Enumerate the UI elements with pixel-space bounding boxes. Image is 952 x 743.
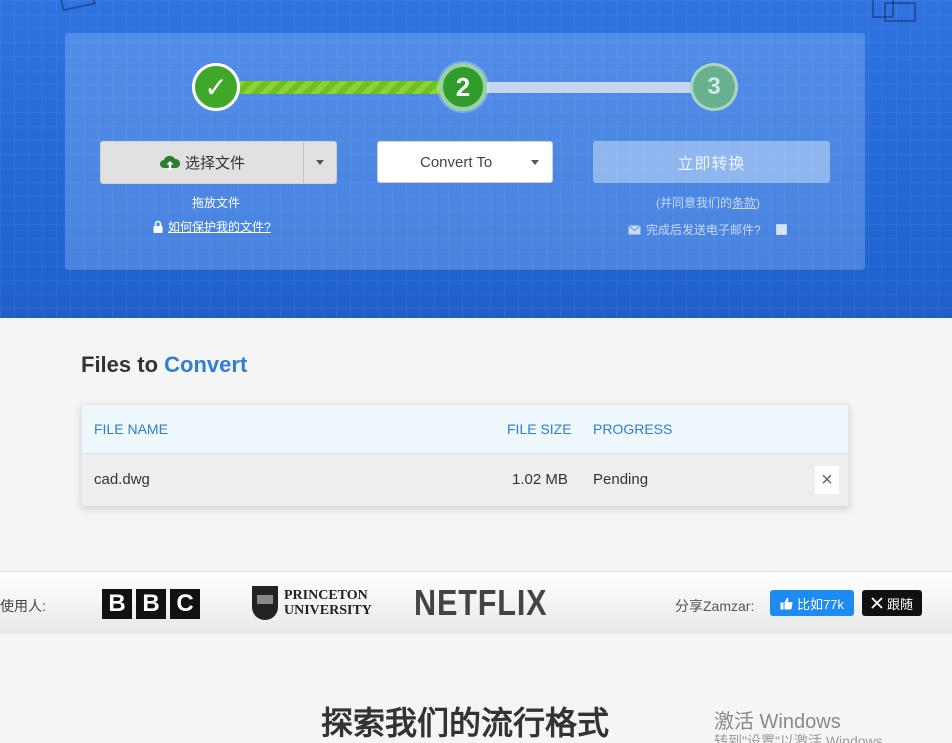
choose-files-label: 选择文件: [184, 155, 245, 172]
files-title-highlight: Convert: [164, 352, 248, 377]
x-follow-button[interactable]: 跟随: [862, 590, 922, 616]
file-size-cell: 1.02 MB: [512, 471, 568, 488]
thumbs-up-icon: [780, 597, 793, 610]
convert-now-button[interactable]: 立即转换: [593, 141, 830, 183]
column-header-file-size: FILE SIZE: [507, 421, 572, 437]
activate-windows-watermark: 激活 Windows: [714, 711, 841, 733]
x-follow-label: 跟随: [886, 596, 913, 612]
step-1-check-icon: ✓: [192, 63, 240, 111]
x-logo-icon: [871, 597, 883, 609]
file-name-cell: cad.dwg: [94, 471, 150, 488]
facebook-like-button[interactable]: 比如77k: [770, 590, 854, 616]
envelope-icon: [628, 224, 641, 234]
lock-icon: [153, 220, 163, 233]
email-row: 完成后发送电子邮件?: [628, 221, 787, 238]
email-label: 完成后发送电子邮件?: [646, 223, 761, 237]
table-row: cad.dwg 1.02 MB Pending ×: [82, 454, 848, 506]
choose-files-button[interactable]: 选择文件: [100, 141, 337, 184]
column-header-file-name: FILE NAME: [94, 421, 168, 437]
drop-files-label: 拖放文件: [192, 196, 241, 210]
explore-formats-title: 探索我们的流行格式: [321, 705, 610, 741]
bbc-letter: B: [102, 589, 132, 619]
princeton-logo: PRINCETON UNIVERSITY: [252, 586, 372, 620]
progress-cell: Pending: [593, 471, 649, 488]
used-by-label: 使用人:: [0, 598, 46, 614]
protect-files-row: 如何保护我的文件?: [152, 218, 271, 235]
step-3-indicator: 3: [690, 63, 738, 111]
facebook-like-label: 比如77k: [797, 596, 844, 612]
decorative-doc-icon: [58, 0, 96, 12]
files-section-title: Files to Convert: [81, 352, 247, 378]
cloud-upload-icon: [159, 155, 181, 170]
convert-to-select[interactable]: Convert To: [377, 141, 553, 183]
terms-text: (并同意我们的条款): [656, 194, 760, 211]
bbc-letter: B: [136, 589, 166, 619]
logo-bar: 使用人: B B C PRINCETON UNIVERSITY NETFLIX …: [0, 571, 952, 634]
netflix-logo: NETFLIX: [414, 582, 548, 623]
close-icon: ×: [821, 468, 833, 491]
terms-suffix: ): [756, 196, 761, 210]
progress-bar-step1: [238, 81, 442, 94]
princeton-shield-icon: [252, 586, 278, 620]
protect-files-link[interactable]: 如何保护我的文件?: [168, 218, 271, 235]
table-header: FILE NAME FILE SIZE PROGRESS: [82, 405, 848, 454]
terms-link[interactable]: 条款: [732, 196, 756, 210]
choose-files-main[interactable]: 选择文件: [101, 142, 303, 183]
princeton-line2: UNIVERSITY: [284, 603, 372, 618]
choose-files-dropdown[interactable]: [303, 142, 336, 183]
remove-file-button[interactable]: ×: [815, 466, 839, 494]
column-header-progress: PROGRESS: [593, 421, 673, 437]
hero-section: ✓ 2 3 选择文件 Convert To 立即转换 拖放文件 如何保护我的文件…: [0, 0, 952, 318]
princeton-line1: PRINCETON: [284, 588, 368, 603]
decorative-doc-icon: [884, 2, 916, 22]
chevron-down-icon: [531, 160, 539, 165]
activate-windows-subtext: 转到"设置"以激活 Windows: [714, 733, 883, 743]
terms-prefix: (并同意我们的: [656, 196, 732, 210]
share-label: 分享Zamzar:: [675, 598, 755, 614]
email-checkbox[interactable]: [775, 224, 787, 235]
bbc-letter: C: [170, 589, 200, 619]
convert-to-label: Convert To: [420, 153, 493, 171]
bbc-logo: B B C: [102, 589, 200, 619]
step-2-indicator: 2: [439, 63, 487, 111]
progress-bar-step2: [484, 82, 692, 93]
files-table: FILE NAME FILE SIZE PROGRESS cad.dwg 1.0…: [81, 404, 849, 506]
files-title-prefix: Files to: [81, 352, 159, 377]
chevron-down-icon: [316, 160, 324, 165]
